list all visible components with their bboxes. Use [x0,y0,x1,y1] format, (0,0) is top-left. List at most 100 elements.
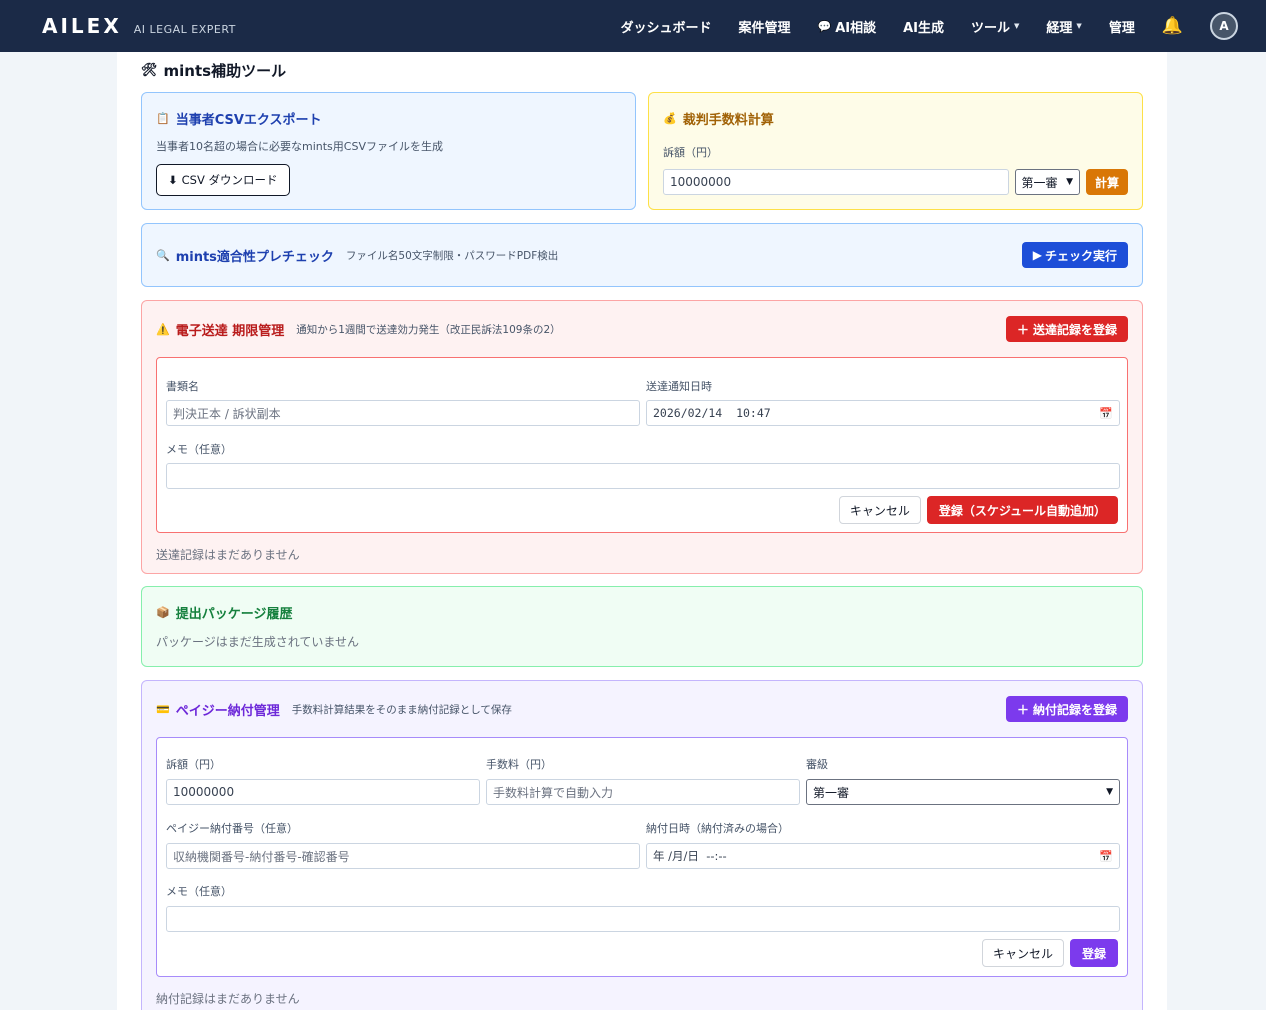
precheck-title: 🔍 mints適合性プレチェック ファイル名50文字制限・パスワードPDF検出 [156,246,558,265]
service-deadline-description: 通知から1週間で送達効力発生（改正民訴法109条の2） [296,323,561,336]
nav-item-cases[interactable]: 案件管理 [738,17,790,36]
calendar-icon[interactable]: 📅 [1099,407,1113,420]
paid-datetime-input[interactable]: 年 /月/日 --:-- 📅 [646,843,1120,869]
fee-input-row: 10000000 第一審 ▼ 計算 [663,169,1128,195]
court-fee-panel: 💰 裁判手数料計算 訴額（円） 10000000 第一審 ▼ 計算 [648,92,1143,210]
pay-amount-label: 訴額（円） [166,758,221,771]
calculate-button[interactable]: 計算 [1085,169,1128,195]
nav-item-accounting[interactable]: 経理 ▼ [1046,17,1081,36]
claim-amount-input[interactable]: 10000000 [663,169,1009,195]
bell-icon[interactable]: 🔔 [1162,16,1183,36]
money-bag-icon: 💰 [663,112,677,125]
nav-item-label: 経理 [1046,20,1073,36]
service-record-form: 書類名 判決正本 / 訴状副本 送達通知日時 2026/02/14 10:47 … [156,357,1128,533]
caret-down-icon: ▼ [1076,22,1082,30]
nav-item-dashboard[interactable]: ダッシュボード [620,17,711,36]
pay-memo-label: メモ（任意） [166,885,232,898]
payeasy-title-text: ペイジー納付管理 [175,703,280,719]
brand-logo: AILEX [42,14,122,38]
nav-item-label: AI相談 [835,20,877,36]
plus-icon: ＋ [1016,322,1029,337]
notice-datetime-input[interactable]: 2026/02/14 10:47 📅 [646,400,1120,426]
package-icon: 📦 [156,606,170,619]
pay-cancel-button[interactable]: キャンセル [981,939,1064,967]
package-history-panel: 📦 提出パッケージ履歴 パッケージはまだ生成されていません [141,586,1143,667]
nav-item-ai-consult[interactable]: 💬 AI相談 [817,17,876,36]
nav-item-label: ツール [971,20,1011,36]
nav-item-ai-generate[interactable]: AI生成 [903,17,944,36]
nav-item-label: ダッシュボード [620,20,712,36]
csv-export-description: 当事者10名超の場合に必要なmints用CSVファイルを生成 [156,140,443,153]
payeasy-number-input[interactable]: 収納機関番号-納付番号-確認番号 [166,843,640,869]
pay-fee-input[interactable]: 手数料計算で自動入力 [486,779,800,805]
csv-download-label: CSV ダウンロード [181,173,278,187]
service-cancel-button[interactable]: キャンセル [838,496,921,524]
payeasy-panel: 💳 ペイジー納付管理 手数料計算結果をそのまま納付記録として保存 ＋ 納付記録を… [141,680,1143,1010]
nav-item-tools[interactable]: ツール ▼ [971,17,1019,36]
pay-form-actions: キャンセル 登録 [981,939,1118,967]
tools-icon: 🛠 [141,63,158,78]
paid-datetime-label: 納付日時（納付済みの場合） [646,822,789,835]
claim-amount-label: 訴額（円） [663,146,718,159]
brand-subtitle: AI LEGAL EXPERT [133,23,236,36]
credit-card-icon: 💳 [156,702,170,716]
csv-download-button[interactable]: ⬇ CSV ダウンロード [156,164,290,196]
service-deadline-title-text: 電子送達 期限管理 [175,323,285,339]
page-title: 🛠 mints補助ツール [141,60,286,81]
service-deadline-header: ⚠️ 電子送達 期限管理 通知から1週間で送達効力発生（改正民訴法109条の2）… [156,301,1128,357]
payment-record-form: 訴額（円） 10000000 手数料（円） 手数料計算で自動入力 審級 第一審 … [156,737,1128,977]
precheck-panel: 🔍 mints適合性プレチェック ファイル名50文字制限・パスワードPDF検出 … [141,223,1143,287]
calendar-icon[interactable]: 📅 [1099,850,1113,863]
play-icon: ▶ [1032,248,1042,262]
paid-datetime-placeholder: 年 /月/日 --:-- [653,849,727,863]
precheck-description: ファイル名50文字制限・パスワードPDF検出 [345,249,559,262]
service-memo-label: メモ（任意） [166,443,232,456]
service-form-actions: キャンセル 登録（スケジュール自動追加） [838,496,1118,524]
chevron-down-icon: ▼ [1066,177,1073,187]
pay-instance-value: 第一審 [813,785,850,800]
nav-item-label: 案件管理 [738,20,791,36]
plus-icon: ＋ [1016,702,1029,717]
pay-submit-button[interactable]: 登録 [1069,939,1118,967]
payeasy-number-label: ペイジー納付番号（任意） [166,822,298,835]
nav-item-label: AI生成 [903,20,944,36]
service-deadline-panel: ⚠️ 電子送達 期限管理 通知から1週間で送達効力発生（改正民訴法109条の2）… [141,300,1143,574]
page-title-text: mints補助ツール [163,62,287,80]
service-submit-button[interactable]: 登録（スケジュール自動追加） [926,496,1118,524]
payeasy-description: 手数料計算結果をそのまま納付記録として保存 [291,703,512,716]
add-payment-record-label: 納付記録を登録 [1032,702,1117,717]
court-fee-title: 💰 裁判手数料計算 [663,109,1128,128]
main-content: 🛠 mints補助ツール 📋 当事者CSVエクスポート 当事者10名超の場合に必… [117,52,1167,1010]
court-fee-title-text: 裁判手数料計算 [682,113,774,128]
instance-select[interactable]: 第一審 ▼ [1014,169,1080,195]
top-navbar: AILEX AI LEGAL EXPERT ダッシュボード 案件管理 💬 AI相談… [0,0,1266,52]
service-deadline-title: ⚠️ 電子送達 期限管理 通知から1週間で送達効力発生（改正民訴法109条の2） [156,320,561,339]
payeasy-header: 💳 ペイジー納付管理 手数料計算結果をそのまま納付記録として保存 ＋ 納付記録を… [156,681,1128,737]
nav-item-label: 管理 [1108,20,1135,36]
run-check-button[interactable]: ▶ チェック実行 [1021,242,1128,268]
run-check-label: チェック実行 [1044,248,1117,263]
pay-memo-input[interactable] [166,906,1120,932]
chat-bubble-icon: 💬 [817,19,832,33]
service-memo-input[interactable] [166,463,1120,489]
nav-item-admin[interactable]: 管理 [1109,17,1135,36]
service-empty-message: 送達記録はまだありません [156,548,300,562]
brand[interactable]: AILEX AI LEGAL EXPERT [42,14,236,38]
package-empty-message: パッケージはまだ生成されていません [156,635,360,649]
document-name-label: 書類名 [166,380,199,393]
package-history-title: 📦 提出パッケージ履歴 [156,603,1128,622]
avatar[interactable]: A [1210,12,1238,40]
csv-export-panel: 📋 当事者CSVエクスポート 当事者10名超の場合に必要なmints用CSVファ… [141,92,636,210]
notice-datetime-value: 2026/02/14 10:47 [653,406,771,420]
pay-instance-select[interactable]: 第一審 ▼ [806,779,1120,805]
document-name-input[interactable]: 判決正本 / 訴状副本 [166,400,640,426]
instance-select-value: 第一審 [1021,175,1058,190]
csv-export-title-text: 当事者CSVエクスポート [175,113,322,128]
magnifier-icon: 🔍 [156,248,170,262]
add-payment-record-button[interactable]: ＋ 納付記録を登録 [1005,696,1128,722]
add-service-record-label: 送達記録を登録 [1032,322,1117,337]
add-service-record-button[interactable]: ＋ 送達記録を登録 [1005,316,1128,342]
package-history-title-text: 提出パッケージ履歴 [175,607,293,622]
pay-amount-input[interactable]: 10000000 [166,779,480,805]
pay-fee-label: 手数料（円） [486,758,552,771]
